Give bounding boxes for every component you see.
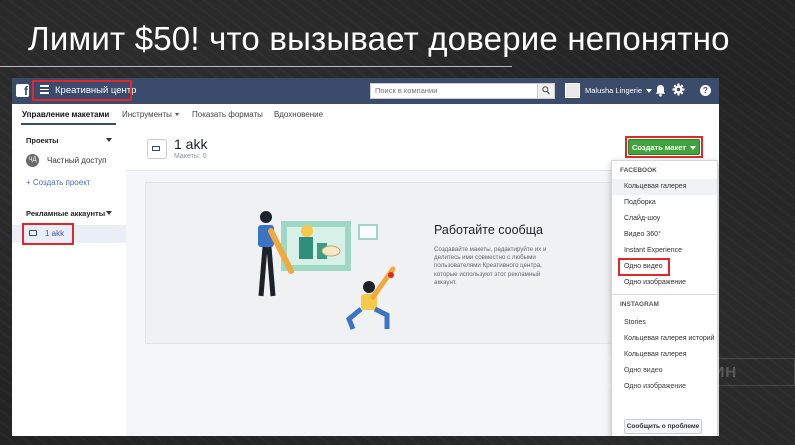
menu-item-stories-carousel[interactable]: Кольцевая галерея историй [624, 335, 715, 342]
empty-state-description: Создавайте макеты, редактируйте их и дел… [434, 246, 547, 286]
mockups-count: Макеты: 0 [174, 153, 207, 160]
search-icon [542, 86, 550, 95]
top-bar: f Креативный центр Malusha Lingerie [12, 78, 719, 104]
chevron-down-icon [174, 113, 179, 117]
account-title: 1 akk [174, 136, 208, 152]
watermark-logo: ПАРТНЕРКИН [588, 358, 795, 386]
search-box [370, 83, 555, 99]
ad-account-icon [147, 139, 167, 159]
tab-show-formats[interactable]: Показать форматы [192, 110, 263, 119]
menu-item-stories[interactable]: Stories [624, 319, 646, 326]
projects-chevron-icon[interactable] [106, 138, 112, 142]
gear-icon[interactable] [672, 83, 685, 96]
active-tab-indicator [21, 123, 116, 125]
dropdown-divider [612, 294, 717, 295]
highlight-box-single-video [618, 258, 670, 276]
ad-accounts-heading: Рекламные аккаунты [26, 209, 106, 218]
collaboration-illustration [258, 211, 396, 330]
bell-icon[interactable] [655, 84, 666, 97]
highlight-box-account [22, 223, 74, 245]
menu-item-ig-carousel[interactable]: Кольцевая галерея [624, 351, 687, 358]
menu-item-single-image[interactable]: Одно изображение [624, 279, 686, 286]
create-project-link[interactable]: + Создать проект [26, 178, 90, 187]
menu-item-slideshow[interactable]: Слайд-шоу [624, 215, 660, 222]
sidebar-item-private-access[interactable]: Частный доступ [47, 156, 107, 165]
report-problem-button[interactable]: Сообщить о проблеме [624, 419, 702, 434]
facebook-logo-icon[interactable]: f [16, 84, 29, 98]
menu-item-collection[interactable]: Подборка [624, 199, 656, 206]
create-mockup-dropdown: FACEBOOK Кольцевая галерея Подборка Слай… [611, 160, 718, 436]
nav-bar: Управление макетами Инструменты Показать… [12, 104, 719, 127]
tab-manage-mockups[interactable]: Управление макетами [22, 110, 109, 119]
empty-state-title: Работайте сообща [434, 223, 543, 237]
highlight-box-create-button [625, 136, 703, 158]
highlight-box-app-title [32, 80, 132, 101]
dropdown-header-instagram: INSTAGRAM [620, 301, 659, 308]
slide-title: Лимит $50! что вызывает доверие непонятн… [28, 20, 730, 57]
empty-state-card: Работайте сообща Создавайте макеты, реда… [145, 182, 621, 344]
tab-tools[interactable]: Инструменты [122, 110, 179, 119]
tab-inspiration[interactable]: Вдохновение [274, 110, 323, 119]
ad-accounts-chevron-icon[interactable] [106, 211, 112, 215]
tab-tools-label: Инструменты [122, 110, 172, 119]
chevron-down-icon [646, 89, 653, 94]
menu-item-video-360[interactable]: Видео 360° [624, 231, 661, 238]
account-switcher-label: Malusha Lingerie [585, 86, 643, 95]
projects-heading: Проекты [26, 136, 59, 145]
dropdown-header-facebook: FACEBOOK [620, 167, 657, 174]
help-icon[interactable]: ? [700, 85, 711, 96]
menu-item-instant-experience[interactable]: Instant Experience [624, 247, 682, 254]
search-button[interactable] [537, 84, 554, 98]
sidebar: Проекты ЧД Частный доступ + Создать прое… [12, 126, 127, 436]
menu-item-carousel[interactable]: Кольцевая галерея [624, 183, 687, 190]
title-underline [0, 66, 512, 67]
account-switcher[interactable]: Malusha Lingerie [585, 86, 653, 95]
watermark-text: ПАРТНЕРКИН [625, 364, 738, 381]
account-avatar[interactable] [565, 83, 580, 98]
private-access-icon: ЧД [26, 154, 39, 167]
search-input[interactable] [375, 86, 535, 95]
